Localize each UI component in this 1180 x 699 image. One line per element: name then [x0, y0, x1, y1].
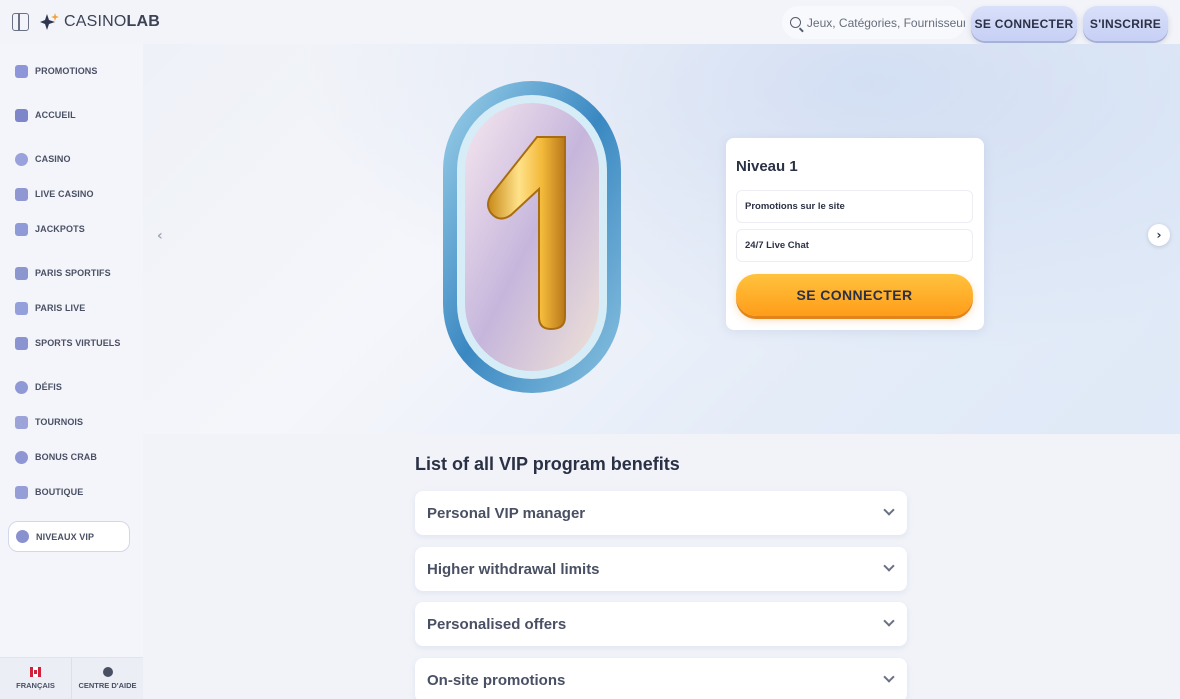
benefit-accordion[interactable]: On-site promotions — [415, 658, 907, 699]
level-card: Niveau 1 Promotions sur le site 24/7 Liv… — [726, 138, 984, 330]
sidebar-item-label: ACCUEIL — [35, 110, 76, 120]
gift-icon — [15, 64, 28, 78]
help-label: CENTRE D'AIDE — [78, 681, 137, 690]
benefit-label: Higher withdrawal limits — [427, 560, 600, 578]
language-label: FRANÇAIS — [16, 681, 55, 690]
vip-hero-banner: ‹ › Niveau 1 Promotions sur le site 24/7… — [143, 44, 1180, 434]
sidebar-item-bonus-crab[interactable]: BONUS CRAB — [8, 442, 130, 472]
casino-chip-icon — [15, 152, 28, 166]
sidebar-item-jackpots[interactable]: JACKPOTS — [8, 214, 130, 244]
sidebar-item-niveaux-vip[interactable]: NIVEAUX VIP — [8, 521, 130, 552]
language-button[interactable]: FRANÇAIS — [0, 657, 71, 699]
benefit-label: Personalised offers — [427, 615, 567, 633]
virtual-sports-icon — [15, 336, 28, 350]
benefit-accordion[interactable]: Higher withdrawal limits — [415, 547, 907, 591]
vip-icon — [16, 530, 29, 543]
sidebar-item-label: PROMOTIONS — [35, 66, 98, 76]
level-badge-illustration — [443, 81, 621, 393]
sidebar-item-tournois[interactable]: TOURNOIS — [8, 407, 130, 437]
chevron-down-icon — [883, 504, 895, 516]
sidebar-item-sports-virtuels[interactable]: SPORTS VIRTUELS — [8, 328, 130, 358]
signup-button[interactable]: S'INSCRIRE — [1083, 6, 1168, 41]
sidebar-item-casino[interactable]: CASINO — [8, 144, 130, 174]
login-button[interactable]: SE CONNECTER — [971, 6, 1077, 41]
live-betting-icon — [15, 301, 28, 315]
benefits-title: List of all VIP program benefits — [415, 454, 680, 474]
sidebar-item-label: PARIS LIVE — [35, 303, 86, 313]
level-title: Niveau 1 — [736, 158, 798, 175]
carousel-prev-icon[interactable]: ‹ — [157, 228, 171, 244]
hero-background — [143, 44, 1180, 434]
hero-login-button[interactable]: SE CONNECTER — [736, 274, 973, 316]
sidebar-item-paris-sportifs[interactable]: PARIS SPORTIFS — [8, 258, 130, 288]
sidebar-item-promotions[interactable]: PROMOTIONS — [8, 56, 130, 86]
canada-flag-icon — [30, 667, 41, 677]
benefit-accordion[interactable]: Personalised offers — [415, 602, 907, 646]
bonus-crab-icon — [15, 450, 28, 464]
search-box[interactable] — [782, 6, 965, 39]
sparkle-logo-icon — [40, 13, 59, 30]
search-icon — [790, 17, 801, 28]
carousel-next-button[interactable]: › — [1148, 224, 1170, 246]
sidebar-toggle-icon[interactable] — [12, 13, 29, 31]
home-icon — [15, 108, 28, 122]
sidebar: PROMOTIONS ACCUEIL CASINO LIVE CASINO JA… — [0, 44, 143, 699]
chevron-down-icon — [883, 671, 895, 683]
sidebar-item-label: DÉFIS — [35, 382, 63, 392]
sidebar-item-live-casino[interactable]: LIVE CASINO — [8, 179, 130, 209]
perk-item: 24/7 Live Chat — [736, 229, 973, 262]
trophy-icon — [15, 415, 28, 429]
sidebar-item-label: NIVEAUX VIP — [36, 531, 95, 542]
sidebar-item-paris-live[interactable]: PARIS LIVE — [8, 293, 130, 323]
sidebar-item-label: BONUS CRAB — [35, 452, 98, 462]
shop-icon — [15, 485, 28, 499]
sidebar-item-defis[interactable]: DÉFIS — [8, 372, 130, 402]
logo[interactable]: CASINOLAB — [40, 9, 160, 35]
sidebar-item-label: PARIS SPORTIFS — [35, 268, 111, 278]
sidebar-item-label: JACKPOTS — [35, 224, 85, 234]
challenge-icon — [15, 380, 28, 394]
benefit-label: On-site promotions — [427, 671, 566, 689]
top-bar: CASINOLAB SE CONNECTER S'INSCRIRE — [0, 0, 1180, 44]
search-input[interactable] — [806, 15, 965, 30]
chevron-down-icon — [883, 615, 895, 627]
sidebar-item-label: LIVE CASINO — [35, 189, 94, 199]
sidebar-item-boutique[interactable]: BOUTIQUE — [8, 477, 130, 507]
help-center-button[interactable]: CENTRE D'AIDE — [71, 657, 143, 699]
chevron-down-icon — [883, 560, 895, 572]
sidebar-item-label: BOUTIQUE — [35, 487, 84, 497]
benefit-accordion[interactable]: Personal VIP manager — [415, 491, 907, 535]
sidebar-item-label: CASINO — [35, 154, 71, 164]
help-icon — [102, 667, 113, 677]
benefit-label: Personal VIP manager — [427, 504, 586, 522]
perk-item: Promotions sur le site — [736, 190, 973, 223]
sports-betting-icon — [15, 266, 28, 280]
live-casino-icon — [15, 187, 28, 201]
sidebar-footer: FRANÇAIS CENTRE D'AIDE — [0, 657, 143, 699]
main-content: ‹ › Niveau 1 Promotions sur le site 24/7… — [143, 44, 1180, 699]
sidebar-item-label: SPORTS VIRTUELS — [35, 338, 121, 348]
sidebar-item-label: TOURNOIS — [35, 417, 84, 427]
jackpot-icon — [15, 222, 28, 236]
logo-text: CASINOLAB — [64, 13, 161, 30]
sidebar-item-accueil[interactable]: ACCUEIL — [8, 100, 130, 130]
